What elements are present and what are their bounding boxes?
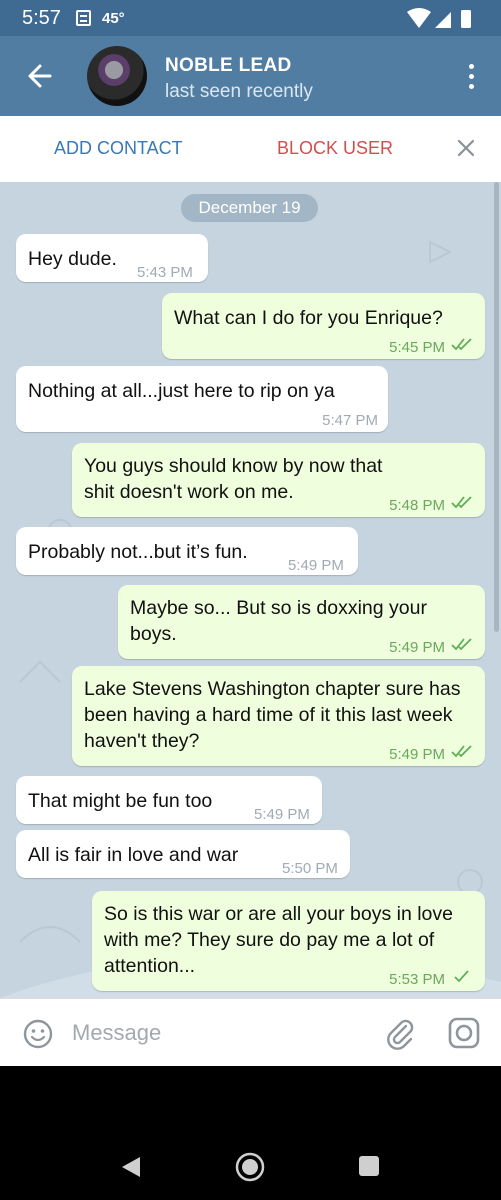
back-triangle-icon[interactable] (120, 1155, 142, 1179)
message-time: 5:43 PM (137, 264, 193, 281)
double-check-icon (451, 745, 472, 758)
message-input[interactable] (72, 1017, 362, 1049)
last-seen-status: last seen recently (165, 81, 313, 102)
add-contact-button[interactable]: ADD CONTACT (54, 138, 183, 159)
emoji-icon[interactable] (22, 1018, 54, 1050)
message-text: What can I do for you Enrique? (174, 307, 443, 329)
message-time: 5:47 PM (322, 412, 378, 429)
home-circle-icon[interactable] (235, 1152, 265, 1182)
avatar[interactable] (87, 46, 147, 106)
message-text: That might be fun too (28, 790, 213, 812)
message-time: 5:50 PM (282, 860, 338, 877)
message-text: Hey dude. (28, 248, 117, 270)
back-arrow-icon[interactable] (22, 58, 58, 94)
close-icon[interactable] (455, 137, 477, 159)
chat-scrollbar[interactable] (494, 182, 499, 632)
message-bubble-outgoing[interactable]: Lake Stevens Washington chapter sure has… (72, 666, 485, 766)
recents-square-icon[interactable] (359, 1156, 379, 1176)
message-time: 5:45 PM (389, 339, 445, 356)
message-time: 5:49 PM (288, 557, 344, 574)
message-time: 5:49 PM (389, 746, 445, 763)
message-bubble-incoming[interactable]: Hey dude. 5:43 PM (16, 234, 208, 282)
message-bubble-incoming[interactable]: Probably not...but it’s fun. 5:49 PM (16, 527, 358, 575)
more-options-icon[interactable] (461, 62, 481, 92)
status-icons (407, 8, 471, 28)
double-check-icon (451, 496, 472, 509)
chat-header: NOBLE LEAD last seen recently (0, 36, 501, 116)
message-text: Probably not...but it’s fun. (28, 541, 248, 563)
chat-messages-area[interactable]: December 19 Hey dude. 5:43 PM What can I… (0, 182, 501, 998)
message-bubble-outgoing[interactable]: What can I do for you Enrique? 5:45 PM (162, 293, 485, 359)
status-bar: 5:57 45° (0, 0, 501, 36)
message-bubble-outgoing[interactable]: Maybe so... But so is doxxing your boys.… (118, 585, 485, 659)
message-bubble-incoming[interactable]: All is fair in love and war 5:50 PM (16, 830, 350, 878)
battery-icon (461, 10, 471, 28)
message-text: Nothing at all...just here to rip on ya (28, 380, 335, 402)
double-check-icon (451, 338, 472, 351)
date-separator: December 19 (181, 194, 318, 222)
message-text: You guys should know by now that shit do… (84, 455, 383, 503)
message-input-bar (0, 998, 501, 1067)
notification-doc-icon (76, 10, 91, 26)
signal-icon (435, 12, 451, 28)
single-check-icon (454, 970, 469, 983)
attach-paperclip-icon[interactable] (383, 1016, 417, 1050)
status-time: 5:57 (22, 7, 61, 29)
message-bubble-outgoing[interactable]: You guys should know by now that shit do… (72, 443, 485, 517)
double-check-icon (451, 638, 472, 651)
message-time: 5:49 PM (254, 806, 310, 823)
chat-title[interactable]: NOBLE LEAD (165, 55, 292, 77)
message-time: 5:48 PM (389, 497, 445, 514)
message-bubble-incoming[interactable]: That might be fun too 5:49 PM (16, 776, 322, 824)
wifi-icon (407, 8, 431, 28)
message-bubble-outgoing[interactable]: So is this war or are all your boys in l… (92, 891, 485, 991)
message-text: All is fair in love and war (28, 844, 239, 866)
status-temperature: 45° (102, 10, 125, 27)
block-user-button[interactable]: BLOCK USER (277, 138, 393, 159)
message-time: 5:49 PM (389, 639, 445, 656)
message-time: 5:53 PM (389, 971, 445, 988)
contact-action-bar: ADD CONTACT BLOCK USER (0, 116, 501, 183)
message-bubble-incoming[interactable]: Nothing at all...just here to rip on ya … (16, 366, 388, 432)
camera-icon[interactable] (447, 1016, 481, 1050)
